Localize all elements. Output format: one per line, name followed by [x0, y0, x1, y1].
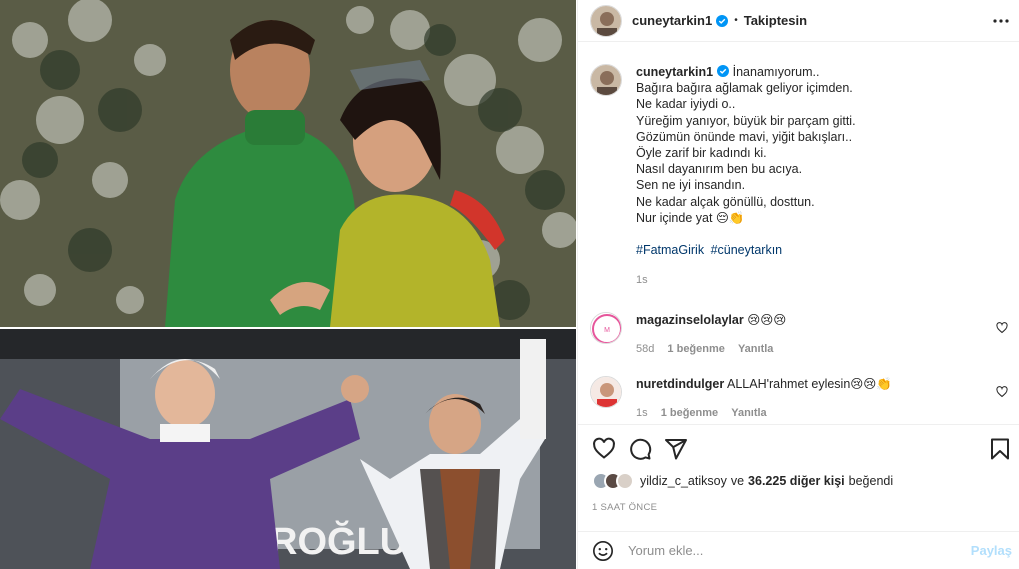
- post-media[interactable]: ROĞLU: [0, 0, 576, 569]
- commenter-avatar[interactable]: M: [590, 312, 622, 344]
- comment-text: ALLAH'rahmet eylesin😢😢👏: [727, 377, 892, 391]
- author-username[interactable]: cuneytarkin1: [632, 13, 712, 28]
- likes-count[interactable]: 36.225 diğer kişi: [748, 474, 845, 488]
- comment-meta: 58d 1 beğenme Yanıtla: [636, 341, 986, 357]
- post-header: cuneytarkin1 • Takiptesin: [578, 0, 1019, 42]
- likes-suffix: beğendi: [848, 474, 894, 488]
- liker-avatar[interactable]: [616, 472, 634, 490]
- caption-line: Yüreğim yanıyor, büyük bir parçam gitti.: [636, 113, 856, 128]
- caption-line: Bağıra bağıra ağlamak geliyor içimden.: [636, 81, 853, 96]
- author-avatar[interactable]: [590, 4, 622, 37]
- post-comment-button[interactable]: Paylaş: [971, 543, 1012, 558]
- caption-hashtags: #FatmaGirik #cüneytarkın: [636, 242, 1006, 258]
- like-heart-icon[interactable]: [592, 437, 616, 461]
- comment-likes[interactable]: 1 beğenme: [667, 343, 724, 355]
- liker-avatars[interactable]: [592, 472, 634, 490]
- more-options-icon[interactable]: [992, 12, 1010, 30]
- likes-connector: ve: [730, 474, 745, 488]
- comment-meta: 1s 1 beğenme Yanıtla: [636, 405, 986, 421]
- post-panel: cuneytarkin1 • Takiptesin cuneytarkin1 İ…: [577, 0, 1019, 569]
- caption-line: Ne kadar iyiydi o..: [636, 97, 736, 112]
- caption-line: Sen ne iyi insandın.: [636, 178, 746, 193]
- likes-summary: yildiz_c_atiksoy ve 36.225 diğer kişi be…: [592, 472, 893, 490]
- comment-username[interactable]: nuretdindulger: [636, 377, 724, 391]
- verified-badge-icon: [716, 14, 729, 27]
- hashtag-link[interactable]: #FatmaGirik: [636, 243, 704, 257]
- caption-line: Nasıl dayanırım ben bu acıya.: [636, 162, 803, 177]
- reply-button[interactable]: Yanıtla: [731, 407, 766, 419]
- comment-input[interactable]: [628, 543, 948, 558]
- emoji-icon[interactable]: [592, 540, 614, 562]
- post-timestamp[interactable]: 1 SAAT ÖNCE: [592, 502, 657, 513]
- comment-bubble-icon[interactable]: [628, 437, 652, 461]
- share-send-icon[interactable]: [664, 437, 688, 461]
- post-caption: cuneytarkin1 İnanamıyorum.. Bağıra bağır…: [590, 64, 1010, 288]
- add-comment-bar: Paylaş: [578, 531, 1019, 569]
- caption-username[interactable]: cuneytarkin1: [636, 65, 713, 79]
- like-comment-heart-icon[interactable]: [996, 386, 1008, 398]
- backdrop-text: ROĞLU: [270, 519, 407, 563]
- photo-couple-stage: ROĞLU: [0, 329, 576, 569]
- caption-lines: cuneytarkin1 İnanamıyorum.. Bağıra bağır…: [636, 64, 1006, 226]
- caption-timestamp[interactable]: 1s: [636, 272, 1006, 288]
- verified-badge-icon: [717, 65, 730, 77]
- follow-status[interactable]: Takiptesin: [744, 13, 807, 28]
- caption-avatar[interactable]: [590, 64, 622, 96]
- comment-text: 😢😢😢: [747, 313, 787, 327]
- photo-couple-1970s: [0, 0, 576, 327]
- action-bar: [578, 424, 1019, 470]
- caption-line: Öyle zarif bir kadındı ki.: [636, 146, 767, 161]
- hashtag-link[interactable]: #cüneytarkın: [711, 243, 783, 257]
- caption-line: Ne kadar alçak gönüllü, dosttun.: [636, 194, 815, 209]
- like-comment-heart-icon[interactable]: [996, 322, 1008, 334]
- comment-time[interactable]: 58d: [636, 343, 654, 355]
- comment-likes[interactable]: 1 beğenme: [661, 407, 718, 419]
- reply-button[interactable]: Yanıtla: [738, 343, 773, 355]
- comment-username[interactable]: magazinselolaylar: [636, 313, 744, 327]
- commenter-avatar[interactable]: [590, 376, 622, 408]
- comment-item: M magazinselolaylar 😢😢😢 58d 1 beğenme Ya…: [590, 312, 1010, 357]
- save-bookmark-icon[interactable]: [988, 437, 1012, 461]
- comment-item: nuretdindulger ALLAH'rahmet eylesin😢😢👏 1…: [590, 376, 1010, 421]
- liker-username[interactable]: yildiz_c_atiksoy: [640, 474, 727, 488]
- caption-line: Gözümün önünde mavi, yiğit bakışları..: [636, 129, 853, 144]
- separator-dot: •: [734, 15, 738, 26]
- comment-time[interactable]: 1s: [636, 407, 648, 419]
- caption-line: Nur içinde yat 😔👏: [636, 210, 745, 225]
- svg-text:M: M: [604, 327, 610, 334]
- caption-line: İnanamıyorum..: [732, 65, 820, 79]
